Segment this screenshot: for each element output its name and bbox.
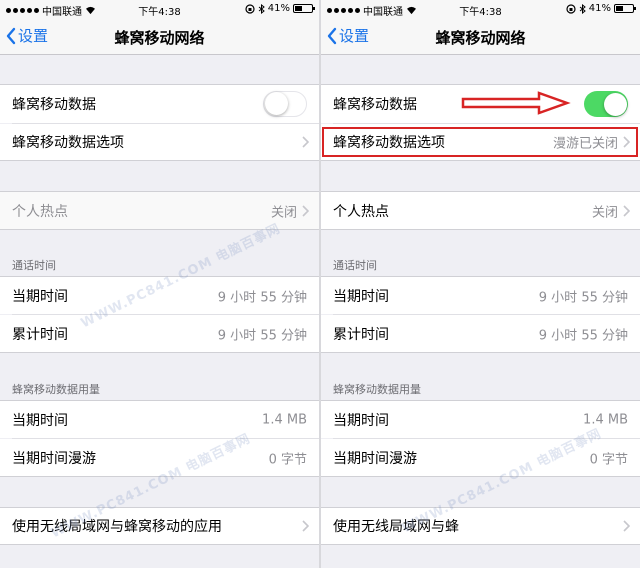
cellular-data-options-label: 蜂窝移动数据选项 bbox=[12, 135, 124, 151]
personal-hotspot-label: 个人热点 bbox=[12, 203, 68, 220]
cellular-data-label: 蜂窝移动数据 bbox=[333, 97, 417, 113]
chevron-right-icon bbox=[623, 520, 630, 532]
chevron-right-icon bbox=[302, 204, 309, 217]
personal-hotspot-row[interactable]: 个人热点 关闭 bbox=[0, 192, 319, 229]
nav-bar: 设置 蜂窝移动网络 bbox=[0, 18, 319, 55]
call-current-row: 当期时间 9 小时 55 分钟 bbox=[321, 277, 640, 314]
personal-hotspot-value: 关闭 bbox=[270, 205, 297, 220]
call-current-row: 当期时间 9 小时 55 分钟 bbox=[0, 277, 319, 314]
call-total-row: 累计时间 9 小时 55 分钟 bbox=[321, 315, 640, 352]
call-total-value: 9 小时 55 分钟 bbox=[217, 328, 307, 343]
orientation-lock-icon bbox=[245, 3, 255, 14]
call-current-label: 当期时间 bbox=[12, 288, 68, 305]
cellular-data-options-row[interactable]: 蜂窝移动数据选项 漫游已关闭 bbox=[321, 124, 640, 160]
personal-hotspot-value: 关闭 bbox=[591, 205, 618, 220]
call-time-header: 通话时间 bbox=[12, 259, 56, 272]
usage-current-label: 当期时间 bbox=[12, 412, 68, 429]
usage-roaming-label: 当期时间漫游 bbox=[333, 450, 417, 467]
status-bar: 中国联通 下午4:38 41% bbox=[321, 0, 640, 18]
usage-current-value: 1.4 MB bbox=[583, 412, 628, 427]
usage-roaming-row: 当期时间漫游 0 字节 bbox=[0, 439, 319, 476]
usage-current-row: 当期时间 1.4 MB bbox=[0, 401, 319, 438]
personal-hotspot-label: 个人热点 bbox=[333, 203, 389, 220]
wlan-cellular-apps-label: 使用无线局域网与蜂窝移动的应用 bbox=[12, 519, 222, 535]
wlan-cellular-apps-row[interactable]: 使用无线局域网与蜂 bbox=[321, 508, 640, 544]
chevron-right-icon bbox=[623, 204, 630, 217]
call-total-label: 累计时间 bbox=[12, 326, 68, 343]
battery-icon bbox=[614, 4, 636, 13]
chevron-right-icon bbox=[623, 136, 630, 148]
data-usage-header: 蜂窝移动数据用量 bbox=[333, 383, 421, 396]
nav-bar: 设置 蜂窝移动网络 bbox=[321, 18, 640, 55]
cellular-data-label: 蜂窝移动数据 bbox=[12, 97, 96, 113]
wlan-cellular-apps-row[interactable]: 使用无线局域网与蜂窝移动的应用 bbox=[0, 508, 319, 544]
call-current-label: 当期时间 bbox=[333, 288, 389, 305]
left-screenshot-pane: 中国联通 下午4:38 41% 设置 蜂窝移动网络 蜂窝移动数据 蜂窝移动数据选… bbox=[0, 0, 319, 568]
usage-roaming-label: 当期时间漫游 bbox=[12, 450, 96, 467]
chevron-right-icon bbox=[302, 136, 309, 148]
wlan-cellular-apps-label: 使用无线局域网与蜂 bbox=[333, 519, 459, 535]
call-total-label: 累计时间 bbox=[333, 326, 389, 343]
bluetooth-icon bbox=[258, 3, 265, 14]
bluetooth-icon bbox=[579, 3, 586, 14]
page-title: 蜂窝移动网络 bbox=[435, 29, 526, 47]
page-title: 蜂窝移动网络 bbox=[114, 29, 205, 47]
call-current-value: 9 小时 55 分钟 bbox=[538, 290, 628, 305]
right-screenshot-pane: 中国联通 下午4:38 41% 设置 蜂窝移动网络 蜂窝移动数据 蜂窝移动数据选… bbox=[321, 0, 640, 568]
usage-current-row: 当期时间 1.4 MB bbox=[321, 401, 640, 438]
orientation-lock-icon bbox=[566, 3, 576, 14]
battery-icon bbox=[293, 4, 315, 13]
data-usage-header: 蜂窝移动数据用量 bbox=[12, 383, 100, 396]
usage-roaming-value: 0 字节 bbox=[268, 452, 307, 467]
cellular-data-row: 蜂窝移动数据 bbox=[0, 85, 319, 123]
usage-current-label: 当期时间 bbox=[333, 412, 389, 429]
call-time-header: 通话时间 bbox=[333, 259, 377, 272]
battery-percent: 41% bbox=[267, 3, 290, 14]
usage-roaming-row: 当期时间漫游 0 字节 bbox=[321, 439, 640, 476]
chevron-right-icon bbox=[302, 520, 309, 532]
usage-current-value: 1.4 MB bbox=[262, 412, 307, 427]
cellular-data-options-label: 蜂窝移动数据选项 bbox=[333, 135, 445, 151]
usage-roaming-value: 0 字节 bbox=[589, 452, 628, 467]
cellular-data-options-row[interactable]: 蜂窝移动数据选项 bbox=[0, 124, 319, 160]
call-total-row: 累计时间 9 小时 55 分钟 bbox=[0, 315, 319, 352]
call-current-value: 9 小时 55 分钟 bbox=[217, 290, 307, 305]
status-bar: 中国联通 下午4:38 41% bbox=[0, 0, 319, 18]
roaming-status-value: 漫游已关闭 bbox=[552, 136, 618, 152]
personal-hotspot-row[interactable]: 个人热点 关闭 bbox=[321, 192, 640, 229]
cellular-data-toggle[interactable] bbox=[263, 91, 307, 117]
call-total-value: 9 小时 55 分钟 bbox=[538, 328, 628, 343]
battery-percent: 41% bbox=[588, 3, 611, 14]
arrow-right-icon bbox=[461, 91, 571, 115]
cellular-data-toggle[interactable] bbox=[584, 91, 628, 117]
